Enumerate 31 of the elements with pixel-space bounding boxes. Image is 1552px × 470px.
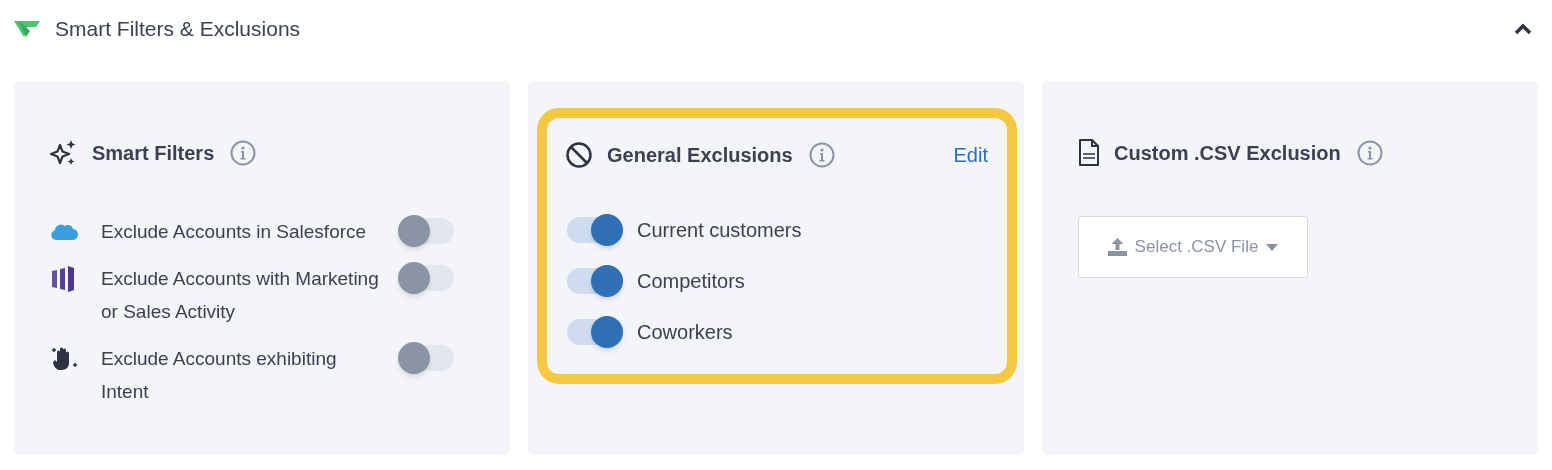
filter-label: Exclude Accounts exhibiting Intent	[101, 347, 338, 404]
toggle-switch[interactable]	[398, 262, 456, 294]
toggle-switch[interactable]	[398, 215, 456, 247]
info-icon[interactable]	[808, 142, 835, 168]
info-icon[interactable]	[230, 140, 257, 166]
card-title: Smart Filters	[92, 141, 215, 166]
section-title: Smart Filters & Exclusions	[55, 16, 301, 43]
sparkles-icon	[50, 139, 78, 167]
logo-icon	[14, 20, 40, 38]
cloud-icon	[50, 221, 78, 242]
card-title: Custom .CSV Exclusion	[1114, 141, 1341, 166]
select-file-button[interactable]: Select .CSV File	[1078, 216, 1308, 278]
toggle-switch[interactable]	[565, 316, 623, 348]
caret-icon	[1266, 243, 1279, 251]
prohibited-icon	[565, 141, 593, 169]
card-title: General Exclusions	[607, 143, 793, 168]
exclusion-label: Current customers	[637, 218, 802, 243]
upload-icon	[1107, 238, 1127, 256]
filter-label: Exclude Accounts in Salesforce	[101, 220, 368, 244]
edit-link[interactable]: Edit	[953, 140, 988, 170]
info-icon[interactable]	[1356, 140, 1383, 166]
toggle-switch[interactable]	[565, 265, 623, 297]
collapse-chevron-icon[interactable]	[1514, 23, 1532, 35]
toggle-switch[interactable]	[565, 214, 623, 246]
bars-logo-icon	[50, 264, 76, 293]
toggle-switch[interactable]	[398, 342, 456, 374]
exclusion-label: Competitors	[637, 269, 745, 294]
hand-icon	[50, 345, 78, 372]
exclusion-label: Coworkers	[637, 320, 733, 345]
filter-label: Exclude Accounts with Marketing or Sales Activity	[101, 267, 380, 324]
csv-file-icon	[1078, 139, 1100, 167]
